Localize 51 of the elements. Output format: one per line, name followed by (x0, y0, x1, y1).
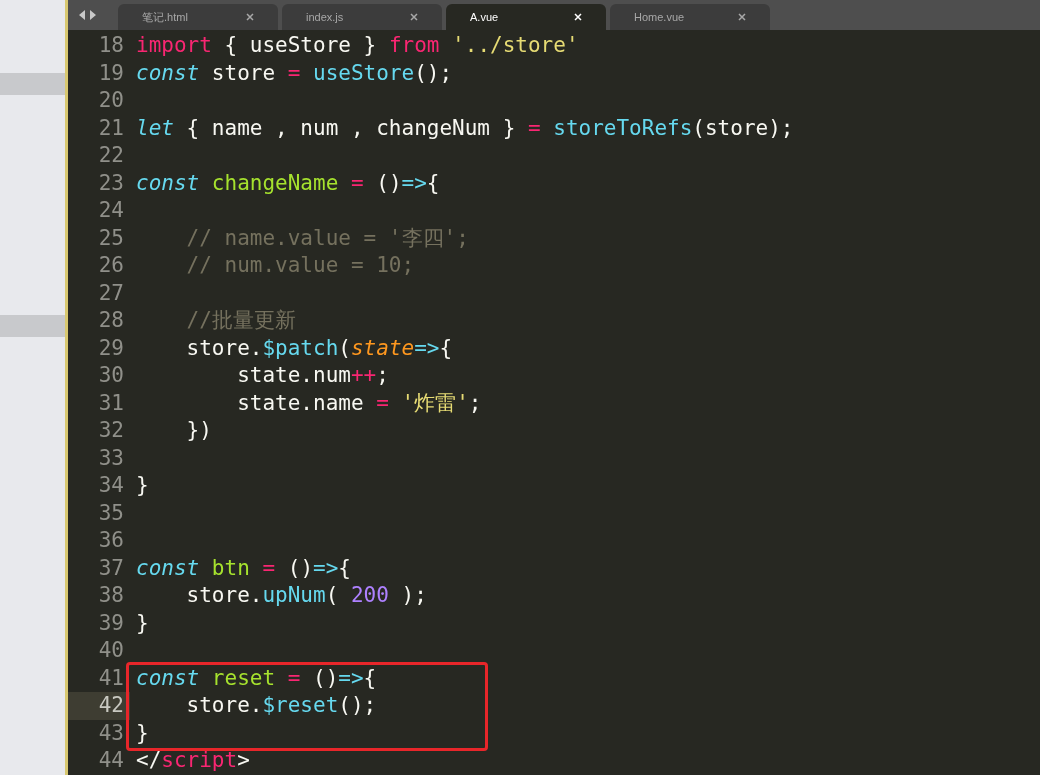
line-number: 42 (68, 692, 130, 720)
code-line: const store = useStore(); (136, 59, 453, 87)
line-number: 40 (97, 637, 125, 664)
line-number: 33 (97, 444, 125, 472)
line-number: 39 (97, 609, 125, 637)
code-line: store.$reset(); (185, 692, 377, 719)
code-line: store.upNum( 200 ); (185, 582, 427, 609)
code-line: //批量更新 (185, 307, 296, 334)
code-line: const changeName = ()=>{ (136, 169, 440, 197)
line-number: 30 (97, 362, 125, 389)
line-number: 31 (97, 389, 125, 417)
navigation-arrows-icon[interactable] (78, 10, 98, 20)
line-number: 27 (97, 279, 125, 307)
code-line: } (136, 472, 149, 499)
line-number: 43 (97, 719, 125, 747)
code-line: }) (185, 417, 212, 444)
code-line: const btn = ()=>{ (136, 554, 351, 582)
line-number: 23 (97, 169, 125, 197)
line-number: 18 (97, 32, 125, 59)
code-line: const reset = ()=>{ (136, 664, 377, 692)
line-number: 22 (97, 142, 125, 169)
line-number: 19 (97, 59, 125, 87)
code-line: // num.value = 10; (185, 252, 415, 279)
code-line: </script> (136, 747, 250, 774)
code-line: import { useStore } from '../store' (136, 32, 579, 59)
code-line: } (136, 719, 149, 747)
line-number: 32 (97, 417, 125, 444)
file-tab[interactable]: A.vue (446, 4, 606, 30)
line-number: 36 (97, 527, 125, 554)
line-number: 28 (97, 307, 125, 334)
file-tab[interactable]: index.js (282, 4, 442, 30)
line-number: 24 (97, 197, 125, 224)
code-line: } (136, 609, 149, 637)
code-line: store.$patch(state=>{ (185, 334, 453, 362)
code-line: state.num++; (236, 362, 389, 389)
line-number: 26 (97, 252, 125, 279)
code-line: // name.value = '李四'; (185, 224, 469, 252)
line-number: 37 (97, 554, 125, 582)
line-number: 38 (97, 582, 125, 609)
line-number: 34 (97, 472, 125, 499)
line-number: 41 (97, 664, 125, 692)
file-tab[interactable]: Home.vue (610, 4, 770, 30)
line-number: 25 (97, 224, 125, 252)
line-number: 35 (97, 499, 125, 527)
code-line: let { name , num , changeNum } = storeToRefs(store); (136, 114, 794, 142)
file-tab[interactable]: 笔记.html (118, 4, 278, 30)
code-line: state.name = '炸雷'; (236, 389, 482, 417)
line-number: 21 (97, 114, 125, 142)
line-number: 44 (97, 747, 125, 774)
line-number: 29 (97, 334, 125, 362)
line-number: 20 (97, 87, 125, 114)
